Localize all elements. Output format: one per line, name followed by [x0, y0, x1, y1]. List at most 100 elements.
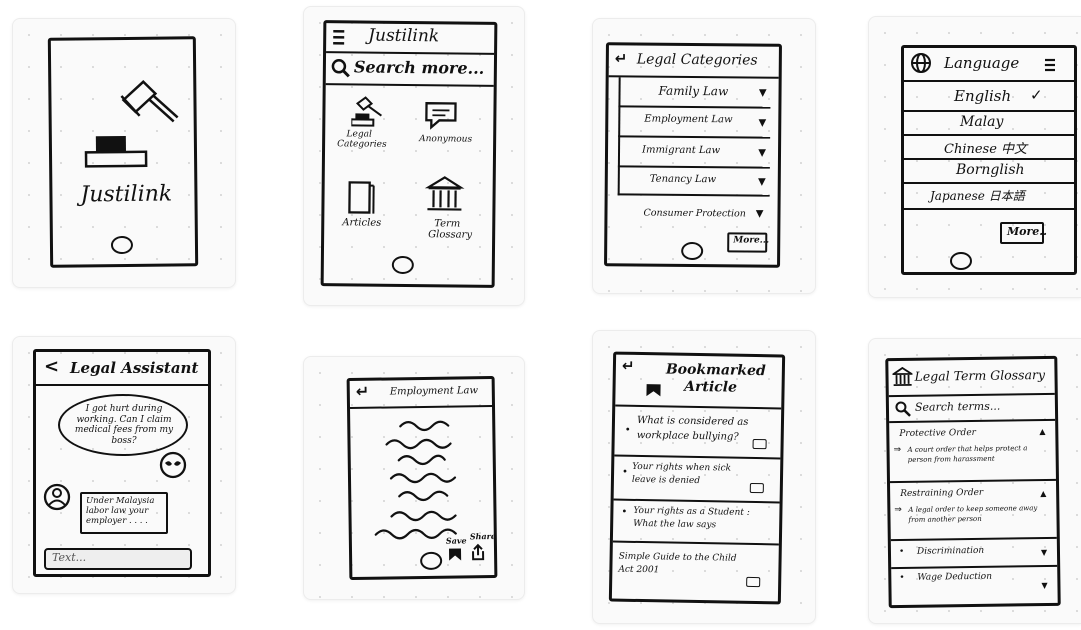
card-categories: ↵ Legal Categories Family Law ▼ Employme… [592, 18, 816, 294]
menu-articles[interactable]: Articles [342, 217, 381, 228]
language-option[interactable]: Malay [904, 112, 1074, 136]
chevron-down-icon: ▼ [758, 87, 767, 99]
bookmark-title: Your rights when sick leave is denied [631, 461, 732, 487]
glossary-item[interactable]: Protective Order ▲ ⇒ A court order that … [889, 420, 1056, 484]
user-avatar-icon [43, 483, 71, 511]
bookmark-title: Your rights as a Student : What the law … [633, 505, 750, 531]
back-icon[interactable]: < [44, 356, 59, 377]
back-icon[interactable]: ↵ [615, 49, 628, 67]
page-title: Language [944, 54, 1020, 72]
more-label: More.. [1007, 225, 1047, 238]
list-item[interactable]: • Your rights when sick leave is denied [613, 456, 781, 504]
bullet: • [898, 546, 905, 558]
header-bar: ↵ Bookmarked Article [615, 354, 783, 410]
phone-frame: Language English ✓ Malay Chinese 中文 Born… [901, 45, 1077, 275]
language-label: Bornglish [956, 162, 1025, 178]
bookmark-title: What is considered as workplace bullying… [636, 414, 749, 443]
glossary-item[interactable]: • Wage Deduction ▼ [891, 567, 1057, 601]
search-placeholder: Search terms... [914, 399, 1001, 414]
list-item[interactable]: Immigrant Law ▼ [617, 137, 771, 169]
search-placeholder: Search more... [353, 57, 485, 78]
menu-term-glossary[interactable]: Term Glossary [428, 218, 472, 240]
share-icon[interactable] [470, 543, 486, 561]
chevron-down-icon: ▼ [758, 117, 767, 129]
phone-frame: ↵ Bookmarked Article • What is considere… [608, 351, 786, 605]
list-item[interactable]: Simple Guide to the Child Act 2001 [612, 543, 779, 598]
card-article: ↵ Employment Law Save Share [303, 356, 525, 600]
list-item[interactable]: Tenancy Law ▼ [617, 167, 770, 197]
home-button[interactable] [420, 551, 443, 571]
language-option[interactable]: English ✓ [904, 82, 1074, 112]
category-label: Tenancy Law [649, 173, 717, 186]
home-button[interactable] [391, 255, 414, 275]
comment-icon[interactable] [752, 438, 767, 450]
arrow-icon: ⇒ [893, 445, 902, 456]
phone-frame: < Legal Assistant I got hurt during work… [33, 349, 211, 577]
phone-frame: ↵ Legal Categories Family Law ▼ Employme… [604, 42, 782, 268]
comment-icon[interactable] [746, 576, 761, 588]
comment-icon[interactable] [749, 482, 764, 494]
list-item[interactable]: • What is considered as workplace bullyi… [614, 406, 782, 460]
language-option[interactable]: Chinese 中文 [904, 136, 1074, 160]
card-splash: Justilink [12, 18, 236, 288]
category-label: Immigrant Law [641, 144, 721, 157]
input-placeholder: Text... [52, 551, 87, 564]
phone-frame: Legal Term Glossary Search terms... Prot… [885, 355, 1061, 609]
more-button[interactable]: More.. [1000, 222, 1047, 244]
menu-legal-categories[interactable]: Legal Categories [337, 129, 387, 149]
card-bookmarks: ↵ Bookmarked Article • What is considere… [592, 330, 816, 624]
language-option[interactable]: Bornglish [904, 160, 1074, 184]
list-item[interactable]: • Your rights as a Student : What the la… [612, 500, 780, 546]
gavel-icon [120, 80, 179, 123]
card-glossary: Legal Term Glossary Search terms... Prot… [868, 338, 1081, 624]
phone-frame: ↵ Employment Law Save Share [346, 375, 498, 581]
search-icon [331, 59, 350, 78]
language-label: Japanese 日本語 [930, 189, 1025, 203]
bookmark-icon [646, 384, 661, 397]
chevron-down-icon: ▼ [1041, 580, 1048, 591]
term-name: Discrimination [916, 545, 985, 557]
chevron-up-icon: ▲ [1040, 488, 1047, 499]
term-definition: A legal order to keep someone away from … [908, 504, 1038, 524]
article-text-placeholder [374, 420, 457, 540]
list-item[interactable]: Family Law ▼ [618, 77, 771, 109]
header-bar: ↵ Employment Law [349, 379, 493, 409]
article-icon [348, 181, 375, 214]
menu-anonymous[interactable]: Anonymous [419, 134, 472, 145]
menu-icon[interactable] [1044, 58, 1056, 72]
page-title: Legal Assistant [70, 359, 199, 377]
chevron-up-icon: ▲ [1039, 426, 1046, 437]
more-button[interactable]: More... [727, 232, 769, 253]
bullet: • [899, 572, 905, 584]
message-input[interactable]: Text... [44, 548, 192, 570]
back-icon[interactable]: ↵ [356, 382, 370, 401]
category-label: Family Law [658, 83, 729, 99]
glossary-item[interactable]: • Discrimination ▼ [890, 538, 1058, 570]
home-button[interactable] [950, 252, 972, 270]
save-label: Save [445, 535, 467, 546]
card-home: Justilink Search more... Legal Categorie… [303, 6, 525, 306]
list-item[interactable]: Employment Law ▼ [618, 107, 771, 139]
search-bar[interactable]: Search terms... [888, 394, 1056, 424]
language-label: English [954, 87, 1012, 105]
home-button[interactable] [681, 241, 704, 261]
search-icon [895, 401, 911, 417]
bullet: • [621, 506, 628, 518]
gavel-icon [351, 96, 382, 127]
glossary-item[interactable]: Restraining Order ▲ ⇒ A legal order to k… [890, 480, 1057, 542]
bookmark-title: Simple Guide to the Child Act 2001 [618, 551, 737, 576]
bullet: • [621, 466, 629, 478]
list-item[interactable]: Consumer Protection ▼ [617, 195, 767, 230]
search-bar[interactable]: Search more... [325, 53, 495, 87]
home-button[interactable] [110, 235, 134, 255]
header-bar: Language [904, 48, 1074, 82]
back-icon[interactable]: ↵ [622, 357, 635, 375]
menu-icon[interactable] [332, 29, 346, 45]
checkmark-icon: ✓ [1030, 86, 1043, 104]
bookmark-icon[interactable] [448, 547, 462, 561]
language-option[interactable]: Japanese 日本語 [904, 184, 1074, 210]
page-title: Employment Law [389, 385, 479, 398]
globe-icon [911, 53, 931, 73]
card-assistant: < Legal Assistant I got hurt during work… [12, 336, 236, 594]
share-label: Share [469, 530, 496, 542]
